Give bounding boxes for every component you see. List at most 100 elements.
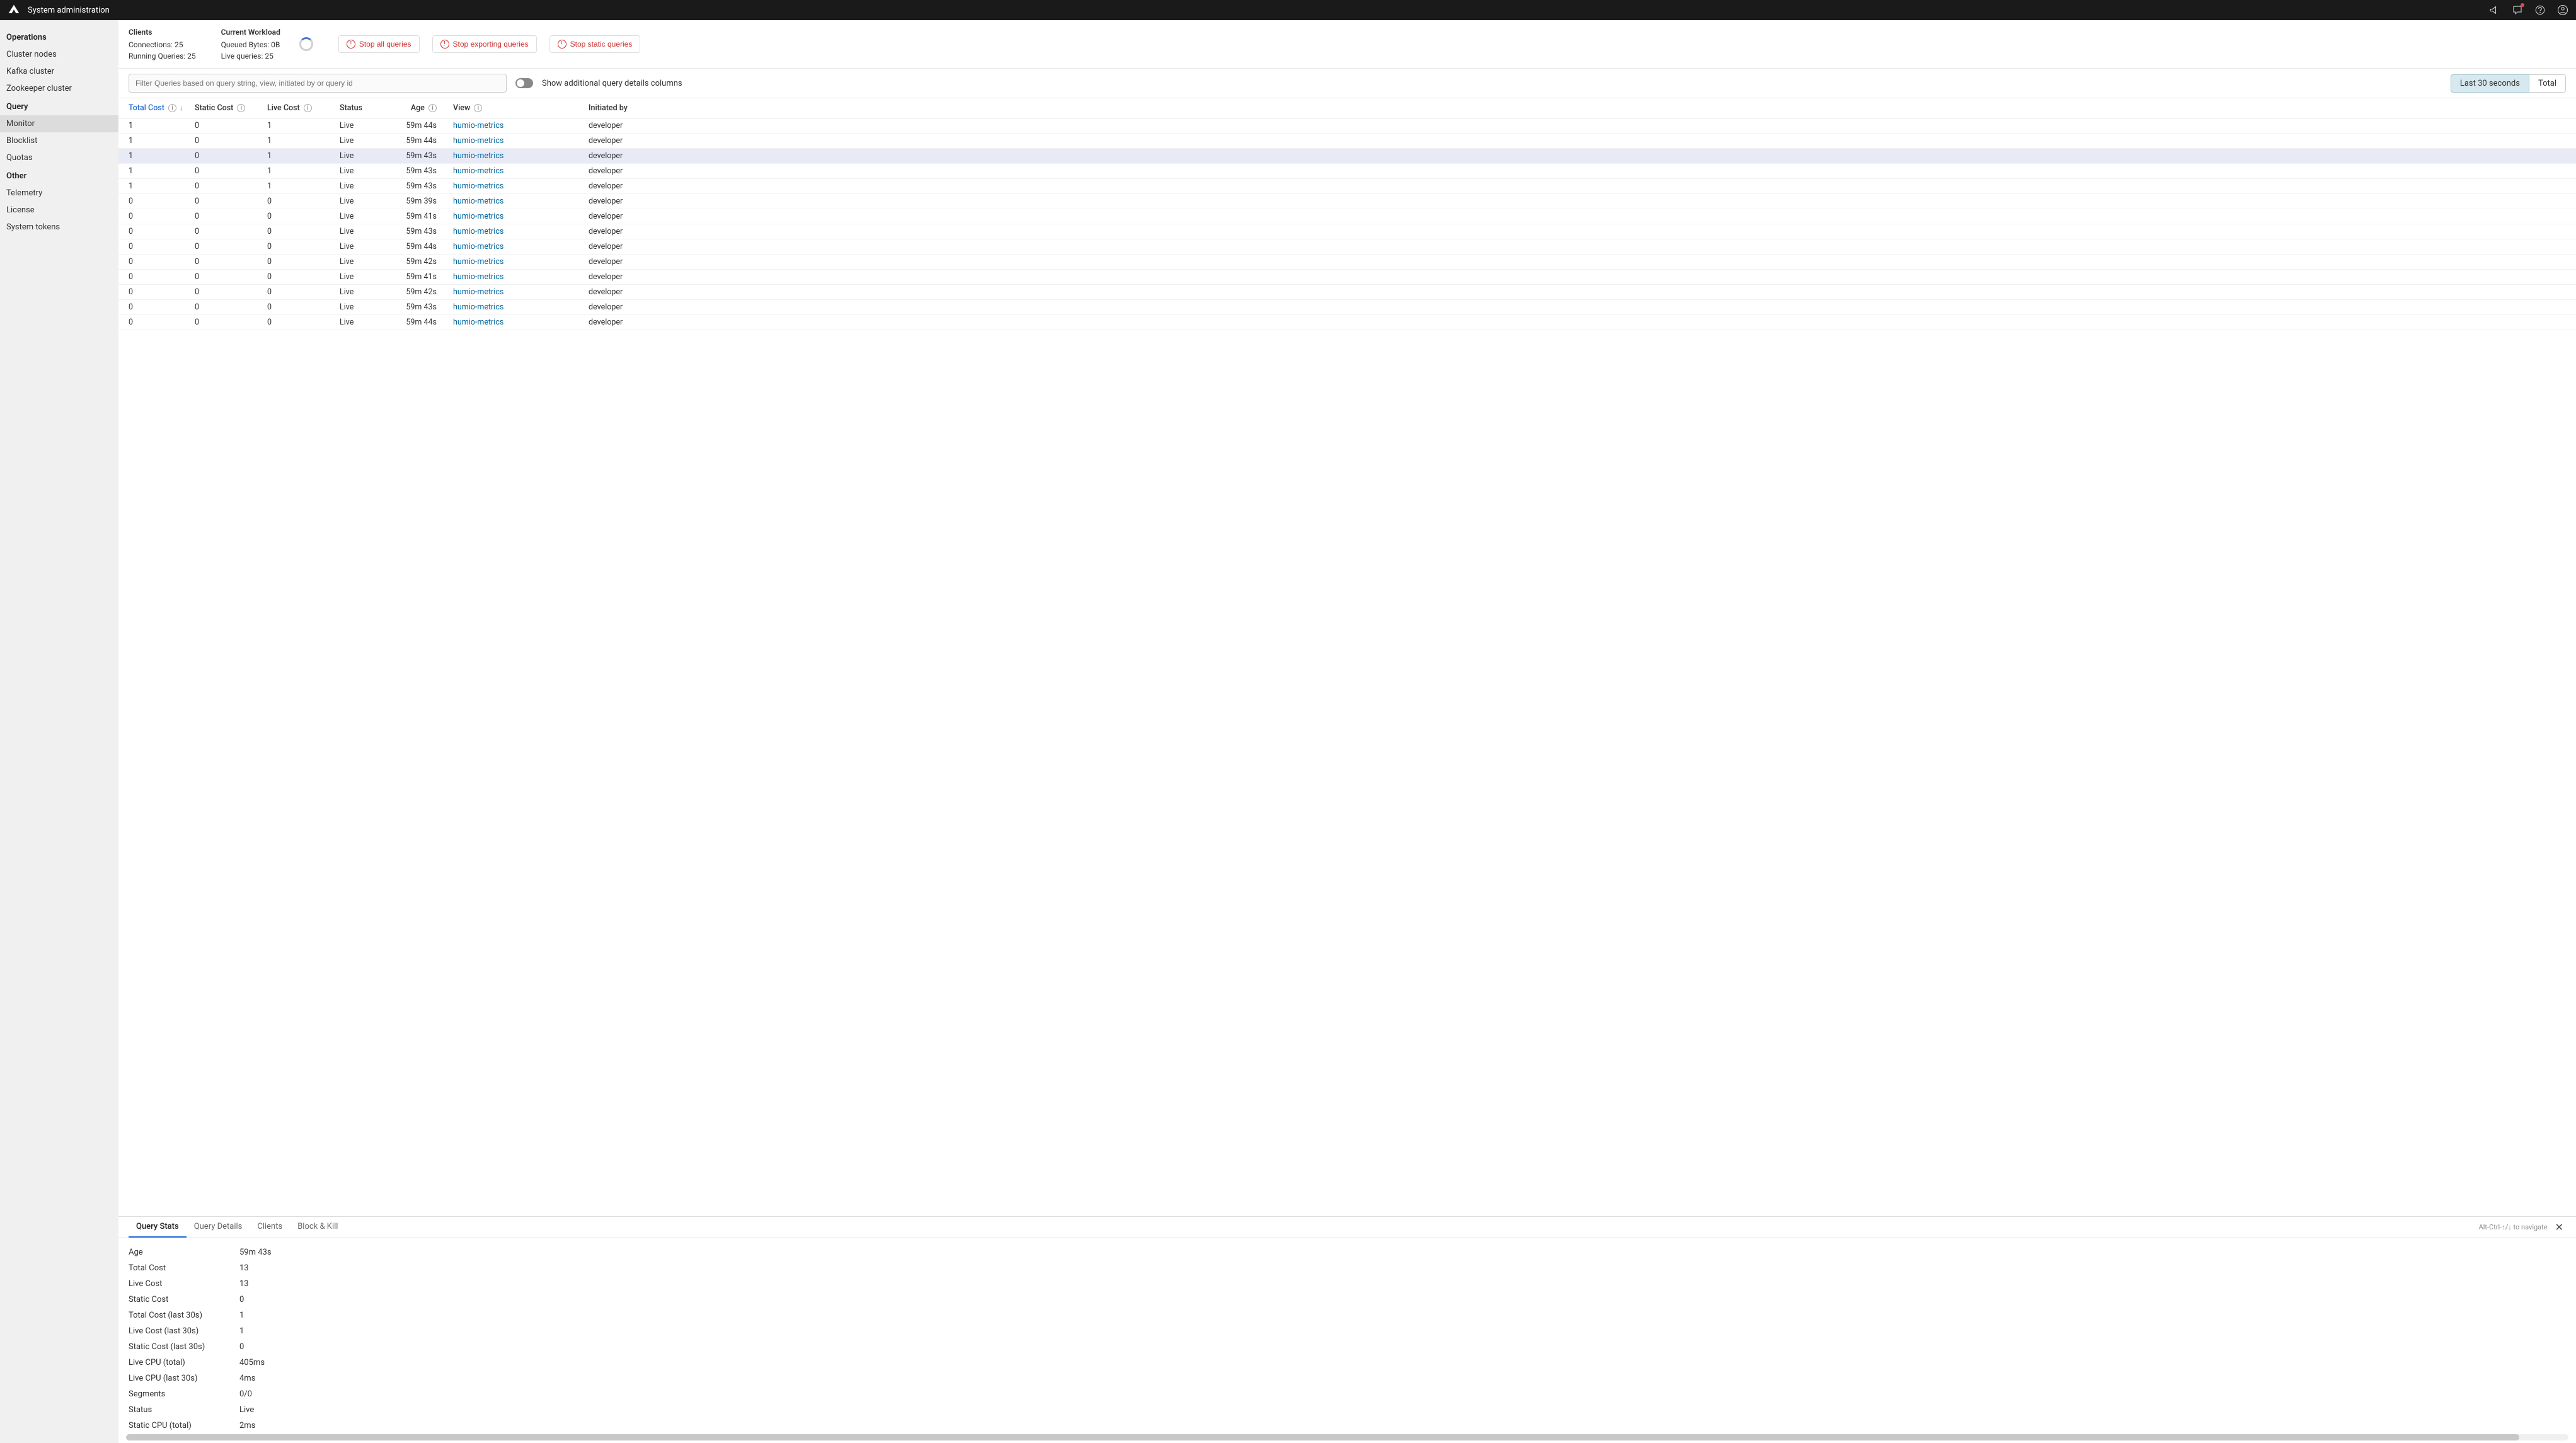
info-icon[interactable]: i <box>168 104 176 112</box>
view-link[interactable]: humio-metrics <box>453 212 503 221</box>
detail-row: Total Cost (last 30s)1 <box>129 1308 2566 1323</box>
chat-icon[interactable] <box>2512 4 2523 16</box>
sidebar-item-blocklist[interactable]: Blocklist <box>0 132 118 149</box>
initiated-by-cell: developer <box>585 209 2576 224</box>
warning-icon: ! <box>558 40 566 49</box>
col-age[interactable]: Age i <box>399 98 449 118</box>
sidebar-item-kafka-cluster[interactable]: Kafka cluster <box>0 63 118 80</box>
sidebar-item-license[interactable]: License <box>0 202 118 219</box>
tab-block-kill[interactable]: Block & Kill <box>290 1217 345 1238</box>
view-link[interactable]: humio-metrics <box>453 272 503 282</box>
view-link[interactable]: humio-metrics <box>453 318 503 327</box>
detail-key: Static CPU (total) <box>129 1421 239 1430</box>
detail-value: 0 <box>239 1342 244 1352</box>
help-icon[interactable] <box>2534 4 2546 16</box>
pill-last-30-seconds[interactable]: Last 30 seconds <box>2451 74 2529 93</box>
stop-all-queries-button[interactable]: ! Stop all queries <box>338 35 420 53</box>
live-cost-cell: 0 <box>263 239 336 255</box>
view-link[interactable]: humio-metrics <box>453 121 503 130</box>
age-cell: 59m 41s <box>399 270 449 285</box>
horizontal-scrollbar[interactable] <box>126 1434 2568 1440</box>
info-icon[interactable]: i <box>237 104 245 112</box>
info-icon[interactable]: i <box>304 104 312 112</box>
details-body[interactable]: Age59m 43sTotal Cost13Live Cost13Static … <box>118 1238 2576 1434</box>
view-link[interactable]: humio-metrics <box>453 166 503 176</box>
initiated-by-cell: developer <box>585 300 2576 315</box>
static-cost-cell: 0 <box>191 315 263 330</box>
table-row[interactable]: 000Live59m 44shumio-metricsdeveloper <box>118 239 2576 255</box>
initiated-by-cell: developer <box>585 179 2576 194</box>
col-initiated-by[interactable]: Initiated by <box>585 98 2576 118</box>
app-logo-icon[interactable] <box>8 4 20 16</box>
view-link[interactable]: humio-metrics <box>453 136 503 146</box>
table-row[interactable]: 000Live59m 43shumio-metricsdeveloper <box>118 224 2576 239</box>
close-panel-icon[interactable]: ✕ <box>2553 1221 2566 1233</box>
megaphone-icon[interactable] <box>2489 4 2500 16</box>
info-icon[interactable]: i <box>474 104 482 112</box>
table-row[interactable]: 101Live59m 43shumio-metricsdeveloper <box>118 179 2576 194</box>
filter-input[interactable] <box>129 74 507 93</box>
details-panel: Query Stats Query Details Clients Block … <box>118 1216 2576 1443</box>
detail-value: 1 <box>239 1311 244 1320</box>
user-avatar-icon[interactable] <box>2557 4 2568 16</box>
table-row[interactable]: 101Live59m 44shumio-metricsdeveloper <box>118 134 2576 149</box>
table-row[interactable]: 101Live59m 44shumio-metricsdeveloper <box>118 118 2576 134</box>
col-live-cost[interactable]: Live Cost i <box>263 98 336 118</box>
status-cell: Live <box>336 194 399 209</box>
col-static-cost[interactable]: Static Cost i <box>191 98 263 118</box>
tab-query-stats[interactable]: Query Stats <box>129 1217 187 1238</box>
view-link[interactable]: humio-metrics <box>453 227 503 236</box>
scrollbar-thumb-icon[interactable] <box>126 1434 2519 1440</box>
col-age-label: Age <box>411 103 425 113</box>
info-icon[interactable]: i <box>428 104 437 112</box>
col-total-cost[interactable]: Total Cost i ↓ <box>118 98 191 118</box>
initiated-by-cell: developer <box>585 224 2576 239</box>
table-row[interactable]: 101Live59m 43shumio-metricsdeveloper <box>118 149 2576 164</box>
view-link[interactable]: humio-metrics <box>453 242 503 251</box>
stop-exporting-queries-button[interactable]: ! Stop exporting queries <box>432 35 537 53</box>
detail-key: Status <box>129 1405 239 1415</box>
static-cost-cell: 0 <box>191 134 263 149</box>
tab-query-details[interactable]: Query Details <box>187 1217 250 1238</box>
view-link[interactable]: humio-metrics <box>453 287 503 297</box>
stop-static-queries-button[interactable]: ! Stop static queries <box>549 35 641 53</box>
sidebar-item-zookeeper-cluster[interactable]: Zookeeper cluster <box>0 80 118 97</box>
sidebar-item-system-tokens[interactable]: System tokens <box>0 219 118 236</box>
view-link[interactable]: humio-metrics <box>453 257 503 267</box>
sidebar-item-monitor[interactable]: Monitor <box>0 115 118 132</box>
table-row[interactable]: 000Live59m 41shumio-metricsdeveloper <box>118 270 2576 285</box>
sidebar-item-cluster-nodes[interactable]: Cluster nodes <box>0 46 118 63</box>
table-row[interactable]: 000Live59m 39shumio-metricsdeveloper <box>118 194 2576 209</box>
pill-total[interactable]: Total <box>2529 74 2566 93</box>
table-row[interactable]: 000Live59m 43shumio-metricsdeveloper <box>118 300 2576 315</box>
view-link[interactable]: humio-metrics <box>453 151 503 161</box>
table-row[interactable]: 000Live59m 42shumio-metricsdeveloper <box>118 255 2576 270</box>
sidebar-item-telemetry[interactable]: Telemetry <box>0 185 118 202</box>
detail-value: Live <box>239 1405 254 1415</box>
live-cost-cell: 0 <box>263 209 336 224</box>
table-row[interactable]: 000Live59m 42shumio-metricsdeveloper <box>118 285 2576 300</box>
topbar: System administration <box>0 0 2576 20</box>
view-link[interactable]: humio-metrics <box>453 197 503 206</box>
detail-row: Segments0/0 <box>129 1386 2566 1402</box>
age-cell: 59m 43s <box>399 224 449 239</box>
view-cell: humio-metrics <box>449 134 585 149</box>
view-cell: humio-metrics <box>449 179 585 194</box>
detail-key: Total Cost <box>129 1263 239 1273</box>
warning-icon: ! <box>347 40 355 49</box>
time-range-pills: Last 30 seconds Total <box>2451 74 2566 93</box>
view-link[interactable]: humio-metrics <box>453 302 503 312</box>
detail-value: 405ms <box>239 1358 265 1367</box>
tab-clients[interactable]: Clients <box>250 1217 290 1238</box>
table-row[interactable]: 000Live59m 41shumio-metricsdeveloper <box>118 209 2576 224</box>
table-row[interactable]: 000Live59m 44shumio-metricsdeveloper <box>118 315 2576 330</box>
col-status[interactable]: Status <box>336 98 399 118</box>
detail-value: 13 <box>239 1263 249 1273</box>
live-cost-cell: 0 <box>263 255 336 270</box>
col-view[interactable]: View i <box>449 98 585 118</box>
queries-table-wrap[interactable]: Total Cost i ↓ Static Cost i Live Cost i <box>118 98 2576 1216</box>
sidebar-item-quotas[interactable]: Quotas <box>0 149 118 166</box>
table-row[interactable]: 101Live59m 43shumio-metricsdeveloper <box>118 164 2576 179</box>
view-link[interactable]: humio-metrics <box>453 181 503 191</box>
show-columns-toggle[interactable] <box>515 78 533 88</box>
